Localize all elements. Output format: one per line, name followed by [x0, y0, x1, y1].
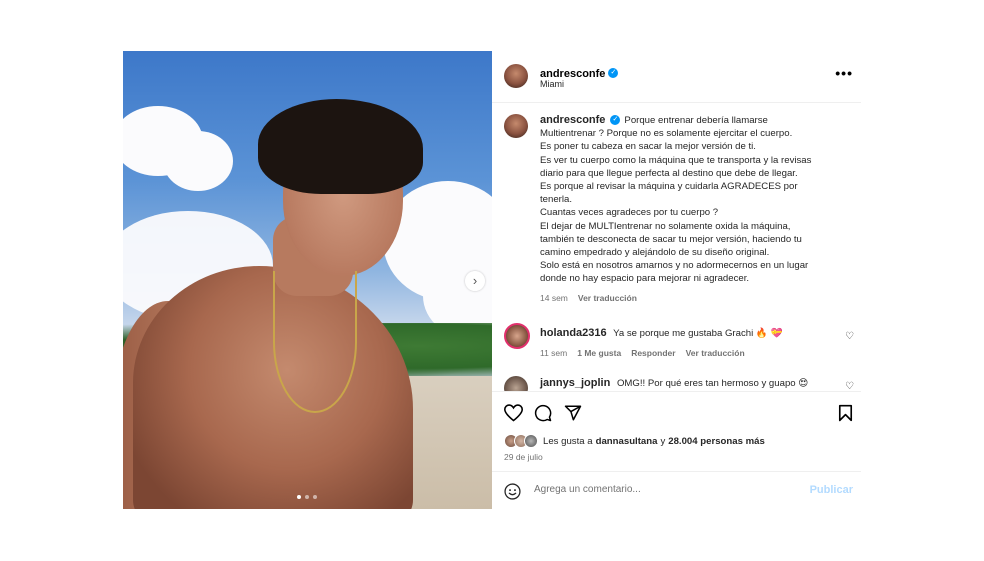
caption-line: Cuantas veces agradeces por tu cuerpo ? [540, 207, 719, 219]
likes-user-link[interactable]: dannasultana [596, 436, 658, 447]
likes-count-link[interactable]: 28.004 personas más [668, 436, 765, 447]
comment-reply-link[interactable]: Responder [631, 348, 675, 358]
post-caption: andresconfe ✓ Porque entrenar debería llam… [540, 114, 840, 305]
caption-time: 14 sem [540, 292, 568, 303]
comment-like-heart-icon[interactable]: ♡ [845, 381, 854, 391]
like-heart-icon[interactable] [504, 404, 523, 422]
share-send-icon[interactable] [564, 404, 582, 422]
post-location[interactable]: Miami [540, 79, 564, 89]
caption-username[interactable]: andresconfe [540, 114, 605, 126]
likes-prefix: Les gusta a [543, 435, 593, 447]
commenter-avatar[interactable] [504, 376, 528, 391]
caption-line: donde no hay espacio para mejorar ni agr… [540, 273, 750, 285]
save-bookmark-icon[interactable] [838, 404, 853, 422]
caption-line: Es poner tu cabeza en sacar la mejor ver… [540, 141, 756, 153]
commenter-username[interactable]: jannys_joplin [540, 377, 610, 389]
caption-line: El dejar de MULTIentrenar no solamente o… [540, 220, 791, 232]
comment-like-heart-icon[interactable]: ♡ [845, 331, 854, 342]
add-comment-row: Publicar [492, 471, 861, 510]
post-photo[interactable]: › [123, 51, 492, 509]
post-header: andresconfe ✓ Miami ••• [492, 51, 861, 103]
liker-avatar[interactable] [524, 434, 538, 448]
carousel-dot [305, 495, 309, 499]
more-options-icon[interactable]: ••• [835, 65, 853, 81]
post-date: 29 de julio [504, 452, 543, 462]
commenter-avatar[interactable] [504, 323, 530, 349]
post-panel: andresconfe ✓ Miami ••• andresconfe ✓ Porqu… [492, 51, 861, 509]
caption-first-line: andresconfe ✓ Porque entrenar debería llam… [540, 114, 840, 127]
add-comment-input[interactable] [534, 484, 784, 495]
caption-line: Solo está en nosotros amarnos y no adorm… [540, 260, 809, 272]
comment-text: OMG!! Por qué eres tan hermoso y guapo [616, 378, 796, 389]
comment-meta: 11 sem 1 Me gusta Responder Ver traducción [540, 348, 755, 358]
caption-line: tenerla. [540, 194, 572, 206]
comment-bubble-icon[interactable] [534, 404, 552, 422]
comment-item: jannys_joplin OMG!! Por qué eres tan her… [492, 374, 861, 391]
verified-badge-icon: ✓ [608, 67, 619, 78]
caption-line: camino empedrado y alejándolo de su dise… [540, 247, 770, 259]
likes-summary: Les gusta a dannasultana y 28.004 person… [504, 434, 765, 448]
person-hair [258, 99, 423, 194]
caption-meta: 14 sem Ver traducción [540, 292, 840, 305]
carousel-dot-active [297, 495, 301, 499]
gold-chain [273, 271, 357, 413]
author-avatar[interactable] [504, 64, 528, 88]
comment-translate-link[interactable]: Ver traducción [686, 348, 745, 358]
caption-line: diario para que llegue perfecta al desti… [540, 167, 798, 179]
verified-badge-icon: ✓ [610, 115, 621, 126]
comment-text: Ya se porque me gustaba Grachi [613, 328, 754, 339]
publish-button[interactable]: Publicar [810, 484, 853, 496]
comment-emojis: 🔥 💝 [755, 328, 783, 339]
caption-avatar[interactable] [504, 114, 528, 138]
caption-line: Porque entrenar debería llamarse [624, 115, 768, 126]
caption-line: Es ver tu cuerpo como la máquina que te … [540, 154, 812, 166]
caption-line: Multientrenar ? Porque no es solamente e… [540, 128, 793, 140]
carousel-dot [313, 495, 317, 499]
cloud [163, 131, 233, 191]
comment-likes-count[interactable]: 1 Me gusta [577, 348, 621, 358]
comment-time: 11 sem [540, 348, 568, 358]
carousel-dots [297, 495, 317, 499]
carousel-next-button[interactable]: › [465, 271, 485, 291]
comment-emojis: 😍 [798, 378, 809, 389]
likes-middle: y [660, 435, 666, 447]
caption-line: también te desconecta de sacar tu mejor … [540, 233, 802, 245]
emoji-smiley-icon[interactable] [504, 483, 521, 500]
caption-translate-link[interactable]: Ver traducción [578, 293, 637, 303]
comment-body: holanda2316 Ya se porque me gustaba Grac… [540, 327, 782, 339]
comment-body: jannys_joplin OMG!! Por qué eres tan her… [540, 377, 808, 389]
comment-item: holanda2316 Ya se porque me gustaba Grac… [492, 323, 861, 363]
commenter-username[interactable]: holanda2316 [540, 327, 607, 339]
caption-line: Es porque al revisar la máquina y cuidar… [540, 181, 798, 193]
post-actions-bar [492, 391, 861, 432]
